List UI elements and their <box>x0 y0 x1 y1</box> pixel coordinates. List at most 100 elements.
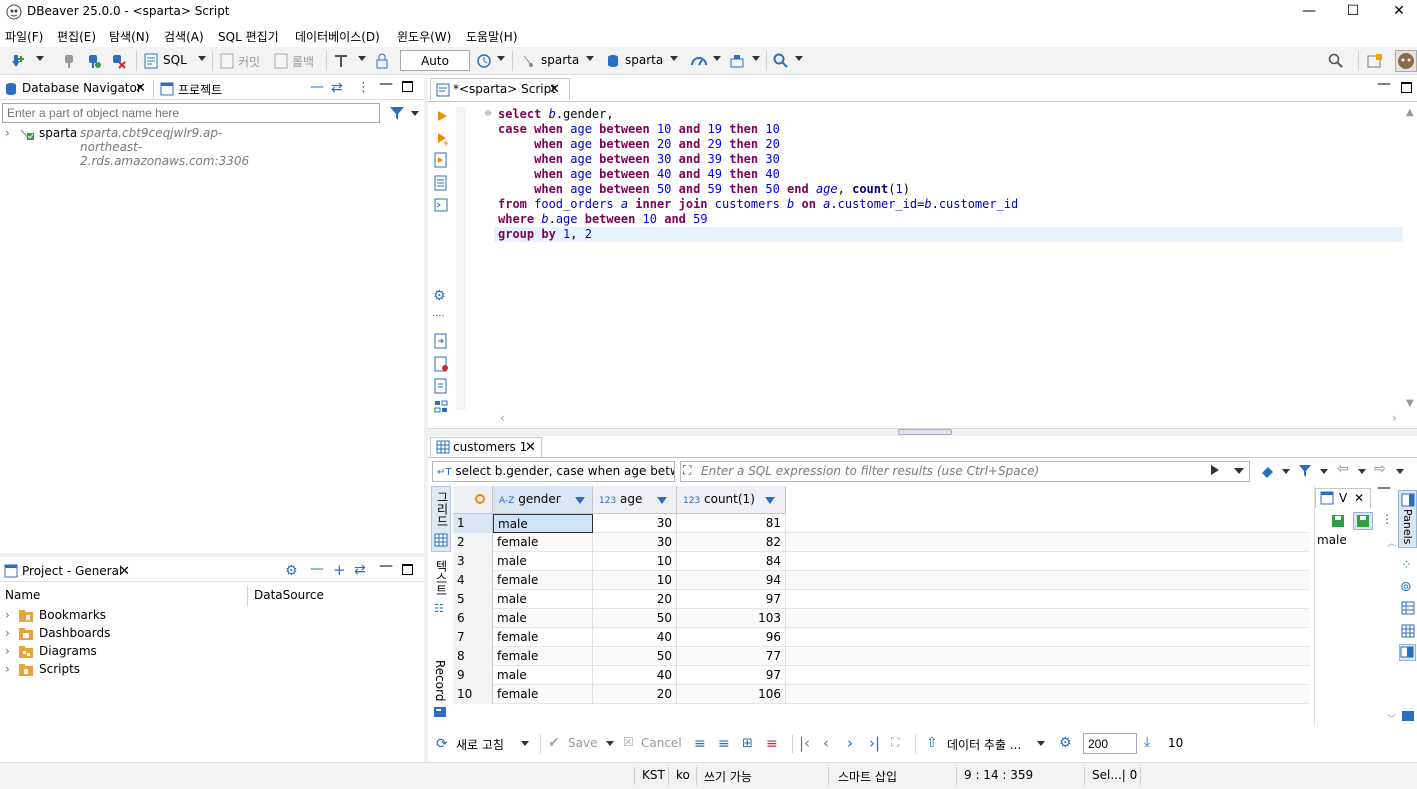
chevron-down-icon[interactable] <box>1320 469 1328 474</box>
close-icon[interactable]: ✕ <box>1354 491 1364 505</box>
gear-icon[interactable]: ⚙ <box>433 288 446 304</box>
dashboard-icon[interactable] <box>690 53 708 72</box>
fold-icon[interactable]: ⊖ <box>485 108 491 119</box>
table-cell[interactable]: 30 <box>593 514 677 533</box>
selected-value[interactable]: male <box>1317 533 1347 547</box>
minimize-view-icon[interactable]: — <box>1377 76 1391 92</box>
chevron-down-icon[interactable] <box>1396 469 1404 474</box>
gear-icon[interactable]: ⚙ <box>1059 735 1072 751</box>
explain-plan-icon[interactable] <box>434 198 448 215</box>
search-icon[interactable] <box>773 53 789 72</box>
results-grid[interactable]: A-Z gender 123 age 123 count(1) 1 male 30 8… <box>453 486 1310 724</box>
scroll-up-icon[interactable]: ︿ <box>1387 536 1396 549</box>
minimize-view-icon[interactable]: — <box>379 76 393 92</box>
load-script-icon[interactable] <box>434 333 448 352</box>
metadata-icon[interactable]: ⊚ <box>1400 579 1412 595</box>
history-icon[interactable] <box>476 53 492 72</box>
table-cell[interactable]: 50 <box>593 609 677 628</box>
view-menu-icon[interactable]: ⋮ <box>357 80 370 95</box>
fetch-size-input[interactable] <box>1083 733 1137 754</box>
table-row[interactable]: 3 male 10 84 <box>453 552 1310 571</box>
table-cell[interactable]: 77 <box>677 647 786 666</box>
table-cell[interactable]: 103 <box>677 609 786 628</box>
refresh-icon[interactable]: ⟳ <box>436 736 448 752</box>
chevron-down-icon[interactable] <box>411 111 419 116</box>
tab-value-viewer[interactable]: V ✕ <box>1315 488 1371 508</box>
chevron-down-icon[interactable] <box>497 56 505 61</box>
table-cell[interactable]: 82 <box>677 533 786 552</box>
table-cell[interactable]: male <box>493 590 593 609</box>
table-cell[interactable]: female <box>493 571 593 590</box>
clear-filter-icon[interactable] <box>1260 464 1276 481</box>
table-row[interactable]: 9 male 40 97 <box>453 666 1310 685</box>
export-icon[interactable]: ⇧ <box>926 735 938 751</box>
table-cell[interactable]: 50 <box>593 647 677 666</box>
save-value-icon[interactable] <box>1331 514 1345 531</box>
invalidate-icon[interactable] <box>110 53 126 72</box>
row-count-icon[interactable]: ⤓ <box>1144 734 1150 750</box>
menu-search[interactable]: 검색(A) <box>164 28 204 45</box>
chevron-down-icon[interactable] <box>795 56 803 61</box>
table-cell[interactable]: 97 <box>677 590 786 609</box>
collapse-all-icon[interactable]: — <box>310 79 324 95</box>
global-search-icon[interactable] <box>1328 53 1344 72</box>
value-viewer-toggle-icon[interactable] <box>1399 644 1416 661</box>
minimize-view-icon[interactable]: — <box>379 558 393 574</box>
dbeaver-perspective-icon[interactable] <box>1395 50 1417 72</box>
minimize-view-icon[interactable]: — <box>1377 480 1391 496</box>
rollback-button[interactable]: 롤백 <box>292 53 314 70</box>
filter-icon[interactable] <box>389 105 405 124</box>
first-page-icon[interactable]: |‹ <box>799 734 810 752</box>
column-filter-icon[interactable] <box>575 497 585 504</box>
tab-text[interactable]: 텍스트 ☷ <box>431 558 451 624</box>
chevron-down-icon[interactable] <box>1358 469 1366 474</box>
close-icon[interactable]: ✕ <box>119 564 130 579</box>
link-editor-icon[interactable]: ⇄ <box>354 562 366 578</box>
row-number[interactable]: 8 <box>453 647 493 666</box>
chevron-down-icon[interactable] <box>670 56 678 61</box>
table-row[interactable]: 10 female 20 106 <box>453 685 1310 704</box>
view-menu-icon[interactable]: ⋮ <box>1381 512 1393 526</box>
table-cell[interactable]: 81 <box>677 514 786 533</box>
maximize-view-icon[interactable] <box>402 81 413 92</box>
row-number[interactable]: 6 <box>453 609 493 628</box>
column-header-count[interactable]: 123 count(1) <box>677 486 786 514</box>
more-icon[interactable]: .... <box>432 308 445 319</box>
table-cell[interactable]: 20 <box>593 590 677 609</box>
result-filter-input[interactable]: Enter a SQL expression to filter results… <box>680 461 1250 482</box>
close-button[interactable]: ✕ <box>1376 0 1417 24</box>
execute-script-icon[interactable] <box>434 152 448 171</box>
open-perspective-icon[interactable] <box>1367 53 1383 72</box>
sql-editor[interactable]: ⊖ select b.gender, case when age between … <box>466 107 1403 410</box>
cancel-button[interactable]: Cancel <box>641 736 682 750</box>
last-page-icon[interactable]: ›| <box>869 734 880 752</box>
close-icon[interactable]: ✕ <box>525 440 536 455</box>
back-icon[interactable]: ⇦ <box>1337 461 1349 477</box>
maximize-view-icon[interactable] <box>402 564 413 575</box>
execute-statement-icon[interactable] <box>436 110 448 125</box>
close-icon[interactable]: ✕ <box>549 82 560 97</box>
column-datasource[interactable]: DataSource <box>254 588 324 602</box>
execute-in-new-tab-icon[interactable] <box>436 132 450 149</box>
table-row[interactable]: 8 female 50 77 <box>453 647 1310 666</box>
menu-file[interactable]: 파일(F) <box>5 28 43 45</box>
table-row[interactable]: 4 female 10 94 <box>453 571 1310 590</box>
next-page-icon[interactable]: › <box>847 734 853 752</box>
menu-database[interactable]: 데이터베이스(D) <box>295 28 380 45</box>
table-cell[interactable]: 106 <box>677 685 786 704</box>
row-number[interactable]: 9 <box>453 666 493 685</box>
menu-help[interactable]: 도움말(H) <box>466 28 518 45</box>
maximize-view-icon[interactable] <box>1401 82 1412 93</box>
tab-sql-script[interactable]: *<sparta> Script ✕ <box>430 78 570 100</box>
copy-row-icon[interactable]: ⊞ <box>742 736 753 751</box>
filter-icon[interactable] <box>1298 463 1312 482</box>
maximize-results-icon[interactable] <box>898 429 952 435</box>
minimize-button[interactable]: — <box>1286 0 1332 24</box>
row-number[interactable]: 4 <box>453 571 493 590</box>
expand-arrow-icon[interactable]: › <box>5 626 10 640</box>
lock-icon[interactable] <box>375 53 389 72</box>
project-item-dashboards[interactable]: › Dashboards <box>0 626 240 644</box>
table-row[interactable]: 2 female 30 82 <box>453 533 1310 552</box>
row-number[interactable]: 2 <box>453 533 493 552</box>
chevron-down-icon[interactable] <box>36 56 44 61</box>
